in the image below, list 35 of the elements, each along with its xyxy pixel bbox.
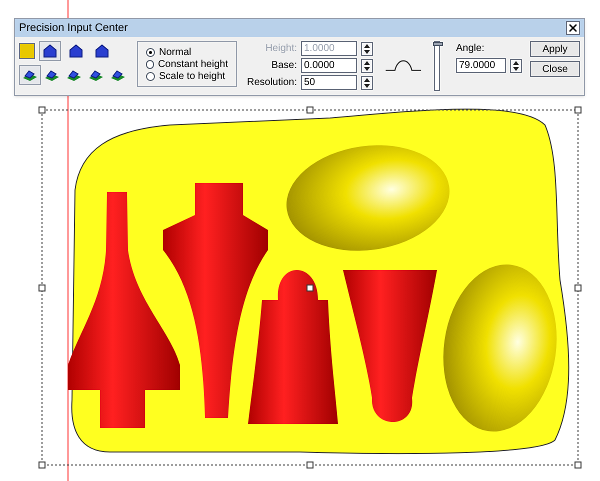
radio-label: Scale to height xyxy=(159,70,226,84)
spin-arrows-icon[interactable] xyxy=(361,76,373,90)
window-title: Precision Input Center xyxy=(19,20,128,36)
field-label: Resolution: xyxy=(246,76,297,90)
tool-icon[interactable] xyxy=(39,41,61,61)
radio-label: Normal xyxy=(159,46,192,60)
selection-handle[interactable] xyxy=(38,462,46,468)
spin-arrows-icon[interactable] xyxy=(361,58,373,72)
radio-button[interactable] xyxy=(146,60,154,68)
spin-arrows-icon[interactable] xyxy=(361,42,373,56)
close-button[interactable] xyxy=(566,21,580,35)
angle-label: Angle: xyxy=(456,42,486,56)
angle-field[interactable]: 79.0000 xyxy=(456,58,506,73)
number-field[interactable]: 0.0000 xyxy=(301,58,357,73)
slider-thumb[interactable] xyxy=(432,42,443,46)
dialog-button[interactable]: Apply xyxy=(530,41,580,57)
selection-handle[interactable] xyxy=(574,462,582,468)
field-label: Base: xyxy=(270,59,297,73)
selection-handle[interactable] xyxy=(306,284,314,292)
radio-button[interactable] xyxy=(146,48,155,56)
dialog-button[interactable]: Close xyxy=(530,61,580,77)
spin-arrows-icon[interactable] xyxy=(510,58,522,72)
selection-handle[interactable] xyxy=(574,284,582,292)
selection-handle[interactable] xyxy=(38,106,46,114)
number-field[interactable]: 50 xyxy=(301,75,357,90)
selection-handle[interactable] xyxy=(306,106,314,114)
selection-handle[interactable] xyxy=(574,106,582,114)
field-label: Height: xyxy=(264,42,297,56)
slider-track[interactable] xyxy=(434,41,440,91)
tool-icon[interactable] xyxy=(19,65,41,85)
color-swatch-icon[interactable] xyxy=(19,43,35,59)
radio-button[interactable] xyxy=(146,72,155,80)
selection-handle[interactable] xyxy=(38,284,46,292)
selection-handle[interactable] xyxy=(306,462,314,468)
radio-label: Constant height xyxy=(158,58,228,72)
